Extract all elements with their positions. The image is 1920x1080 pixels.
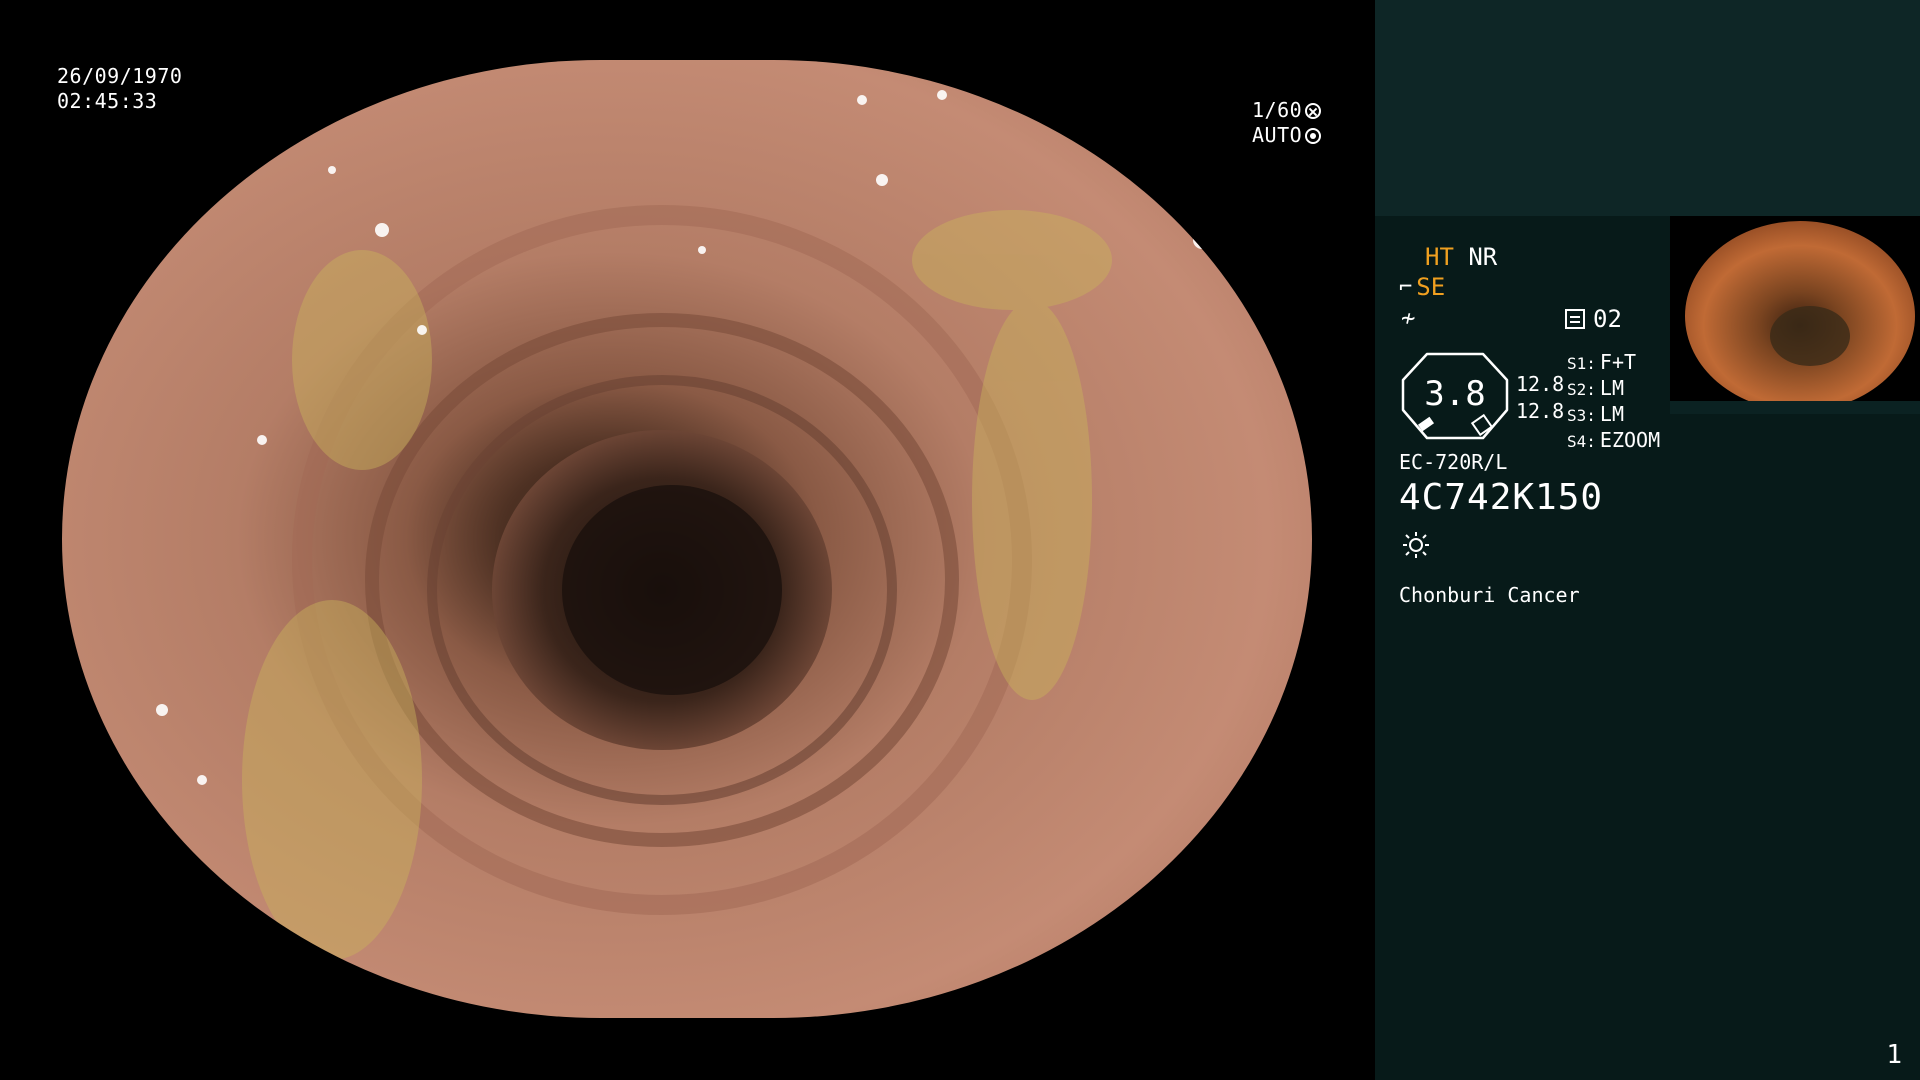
- datetime-overlay: 26/09/1970 02:45:33: [57, 64, 182, 114]
- ht-label: HT: [1425, 243, 1454, 271]
- scope-model: EC-720R/L: [1399, 450, 1508, 474]
- gauge-value: 3.8: [1424, 374, 1486, 414]
- memory-indicator: 02: [1565, 305, 1622, 333]
- institution-name: Chonburi Cancer: [1399, 583, 1580, 607]
- endoscopic-image: [62, 60, 1312, 1018]
- nr-label: NR: [1468, 243, 1498, 271]
- se-label: SE: [1416, 273, 1446, 301]
- ht-nr-indicator: HT NR: [1425, 243, 1497, 271]
- endoscopy-view: 26/09/1970 02:45:33 1/60 AUTO: [0, 0, 1373, 1080]
- exposure-mode-label: AUTO: [1252, 123, 1303, 147]
- date-label: 26/09/1970: [57, 64, 183, 88]
- thumbnail-preview[interactable]: [1670, 216, 1920, 414]
- se-indicator: ⌐ SE: [1399, 273, 1445, 301]
- light-meter-icon: [1305, 127, 1322, 144]
- setting-row: S1: F+T: [1567, 350, 1637, 374]
- aperture-icon: [1305, 102, 1322, 119]
- memory-icon: [1565, 309, 1585, 329]
- gauge-readouts: 12.8 12.8: [1516, 371, 1564, 425]
- light-source-icon: [1403, 532, 1429, 558]
- scope-settings-list: S1: F+T S2: LM S3: LM S4: EZOOM: [1567, 350, 1660, 454]
- scope-serial: 4C742K150: [1399, 477, 1604, 518]
- color-mode-icon: ≁: [1401, 304, 1416, 332]
- setting-row: S2: LM: [1567, 376, 1624, 400]
- memory-label: 02: [1593, 305, 1622, 333]
- panel-header-area: [1375, 0, 1920, 216]
- setting-row: S3: LM: [1567, 402, 1624, 426]
- shutter-label: 1/60: [1252, 98, 1303, 122]
- gauge-readout-2: 12.8: [1516, 399, 1565, 423]
- setting-row: S4: EZOOM: [1567, 428, 1661, 452]
- zoom-gauge: 3.8: [1399, 350, 1511, 442]
- structure-enhance-icon: ⌐: [1399, 274, 1413, 300]
- page-number: 1: [1886, 1040, 1902, 1070]
- exposure-overlay: 1/60 AUTO: [1252, 98, 1322, 148]
- time-label: 02:45:33: [57, 89, 158, 113]
- info-panel: HT NR ⌐ SE ≁ 02 3.8 12.8 12.8 S1: F+T S2:…: [1375, 0, 1920, 1080]
- gauge-readout-1: 12.8: [1516, 372, 1565, 396]
